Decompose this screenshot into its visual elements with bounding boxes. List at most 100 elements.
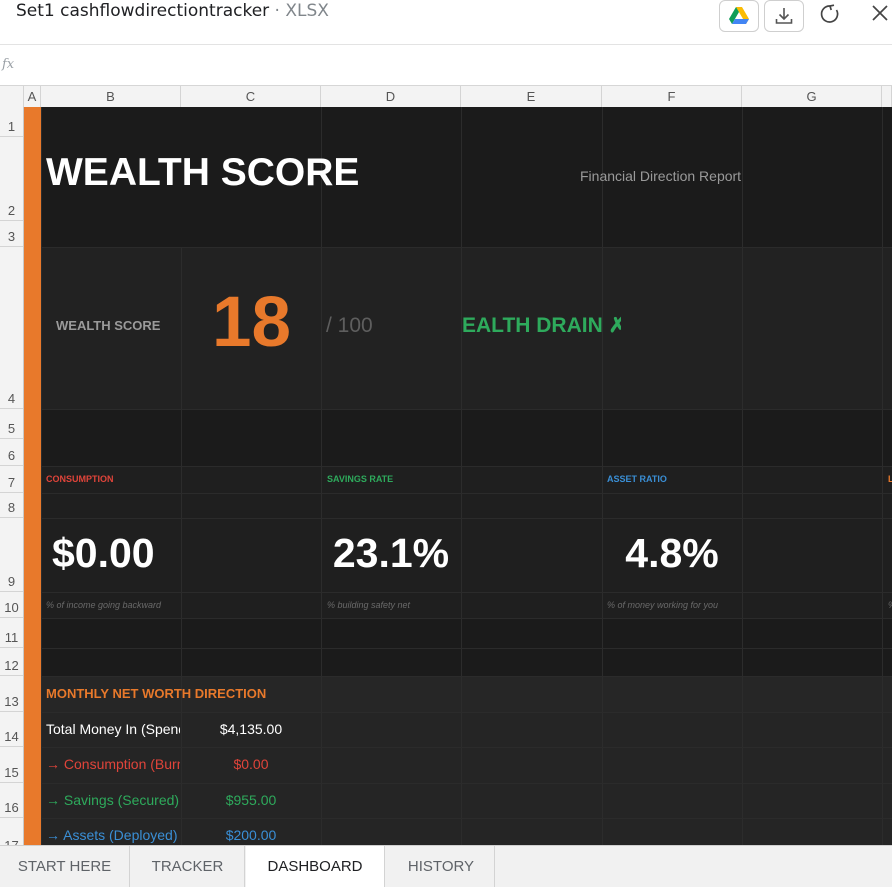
- monthly-row-label-savings: → Savings (Secured): [46, 792, 180, 808]
- kpi-consumption-label: CONSUMPTION: [46, 474, 114, 484]
- row-header[interactable]: 8: [0, 493, 23, 518]
- kpi-fourth-label: L: [888, 474, 892, 484]
- monthly-row-label-cell: → Savings (Secured): [46, 792, 180, 810]
- tab-start-here[interactable]: START HERE: [0, 846, 130, 887]
- report-subtitle: Financial Direction Report: [580, 168, 742, 184]
- row-header[interactable]: 10: [0, 592, 23, 618]
- select-all-corner[interactable]: [0, 86, 24, 107]
- row-header[interactable]: 13: [0, 676, 23, 712]
- close-icon: [872, 5, 888, 21]
- sheet-grid[interactable]: WEALTH SCORE Financial Direction Report …: [24, 107, 892, 845]
- grid-line: [24, 712, 892, 713]
- monthly-row-value-assets: $200.00: [225, 827, 277, 843]
- grid-line: [24, 618, 892, 619]
- row-header[interactable]: 5: [0, 409, 23, 439]
- score-status-cell: EALTH DRAIN ✗: [461, 312, 621, 342]
- title-bar: Set1 cashflowdirectiontracker · XLSX: [0, 0, 892, 45]
- score-max: / 100: [326, 314, 373, 337]
- spacer-band: [24, 409, 892, 466]
- column-header-d[interactable]: D: [321, 86, 461, 107]
- fx-label: fx: [2, 57, 15, 72]
- kpi-consumption-caption: % of income going backward: [46, 600, 162, 610]
- file-name: Set1 cashflowdirectiontracker: [16, 1, 270, 21]
- close-button[interactable]: [866, 0, 892, 26]
- row-header[interactable]: 12: [0, 648, 23, 676]
- row-header[interactable]: 15: [0, 747, 23, 783]
- grid-line: [24, 818, 892, 819]
- column-header-a[interactable]: A: [24, 86, 41, 107]
- grid-line: [461, 107, 462, 845]
- kpi-asset-value: 4.8%: [625, 530, 719, 576]
- row-header[interactable]: 14: [0, 712, 23, 747]
- row-header[interactable]: 3: [0, 221, 23, 247]
- column-header-e[interactable]: E: [461, 86, 602, 107]
- file-title: Set1 cashflowdirectiontracker · XLSX: [16, 1, 329, 21]
- grid-line: [24, 493, 892, 494]
- monthly-row-value-savings: $955.00: [225, 792, 277, 808]
- kpi-asset-value-cell: 4.8%: [602, 530, 742, 577]
- column-headers: A B C D E F G: [0, 86, 892, 108]
- monthly-row-label-money-in: Total Money In (Spend: [46, 721, 180, 737]
- page-title: WEALTH SCORE: [46, 151, 360, 194]
- monthly-row-value-consumption: $0.00: [233, 756, 269, 772]
- monthly-row-value-money-in: $4,135.00: [219, 721, 283, 737]
- monthly-row-value-cell: $0.00: [181, 756, 321, 774]
- monthly-row-value-cell: $4,135.00: [181, 721, 321, 739]
- grid-line: [24, 409, 892, 410]
- monthly-section-title: MONTHLY NET WORTH DIRECTION: [46, 686, 267, 701]
- row-header[interactable]: 16: [0, 783, 23, 818]
- monthly-row-value-cell: $955.00: [181, 792, 321, 810]
- sheet-tab-bar: START HERE TRACKER DASHBOARD HISTORY: [0, 845, 892, 887]
- kpi-consumption-value: $0.00: [52, 530, 155, 576]
- tab-history[interactable]: HISTORY: [388, 846, 495, 887]
- formula-bar[interactable]: fx: [0, 45, 892, 86]
- tab-tracker[interactable]: TRACKER: [131, 846, 245, 887]
- kpi-savings-caption: % building safety net: [327, 600, 411, 610]
- google-drive-icon: [729, 7, 749, 24]
- row-header[interactable]: 2: [0, 137, 23, 221]
- monthly-row-label-cell: Total Money In (Spend: [46, 721, 180, 739]
- grid-line: [602, 107, 603, 845]
- row-header[interactable]: 7: [0, 466, 23, 493]
- column-header-c[interactable]: C: [181, 86, 321, 107]
- grid-line: [24, 466, 892, 467]
- tab-dashboard[interactable]: DASHBOARD: [246, 846, 385, 887]
- grid-line: [24, 247, 892, 248]
- kpi-asset-caption: % of money working for you: [607, 600, 719, 610]
- column-header-g[interactable]: G: [742, 86, 882, 107]
- monthly-row-label-cell: → Assets (Deployed): [46, 827, 180, 845]
- grid-line: [321, 107, 322, 845]
- open-in-google-drive-button[interactable]: [719, 0, 759, 32]
- grid-line: [742, 107, 743, 845]
- row-header[interactable]: 17: [0, 818, 23, 845]
- column-header-h[interactable]: [882, 86, 892, 107]
- column-header-f[interactable]: F: [602, 86, 742, 107]
- download-button[interactable]: [764, 0, 804, 32]
- file-extension: · XLSX: [269, 1, 329, 21]
- download-icon: [775, 8, 793, 24]
- refresh-button[interactable]: [816, 0, 844, 28]
- grid-line: [24, 518, 892, 519]
- monthly-row-label-assets: → Assets (Deployed): [46, 827, 178, 843]
- row-header[interactable]: 4: [0, 247, 23, 409]
- kpi-savings-value: 23.1%: [332, 530, 450, 576]
- grid-line: [24, 783, 892, 784]
- grid-line: [24, 592, 892, 593]
- row-header[interactable]: 11: [0, 618, 23, 648]
- grid-line: [24, 648, 892, 649]
- refresh-icon: [820, 4, 839, 23]
- kpi-asset-label: ASSET RATIO: [607, 474, 667, 484]
- grid-line: [24, 676, 892, 677]
- row-headers: 1 2 3 4 5 6 7 8 9 10 11 12 13 14 15 16 1…: [0, 107, 24, 845]
- row-header[interactable]: 6: [0, 439, 23, 466]
- kpi-savings-label: SAVINGS RATE: [327, 474, 394, 484]
- column-header-b[interactable]: B: [41, 86, 181, 107]
- spacer-band: [24, 618, 892, 676]
- kpi-fourth-caption: %: [888, 600, 892, 610]
- accent-bar: [24, 107, 41, 845]
- kpi-savings-value-cell: 23.1%: [321, 530, 461, 577]
- score-status: EALTH DRAIN ✗: [462, 314, 621, 337]
- row-header[interactable]: 1: [0, 107, 23, 137]
- score-value: 18: [212, 283, 291, 362]
- row-header[interactable]: 9: [0, 518, 23, 592]
